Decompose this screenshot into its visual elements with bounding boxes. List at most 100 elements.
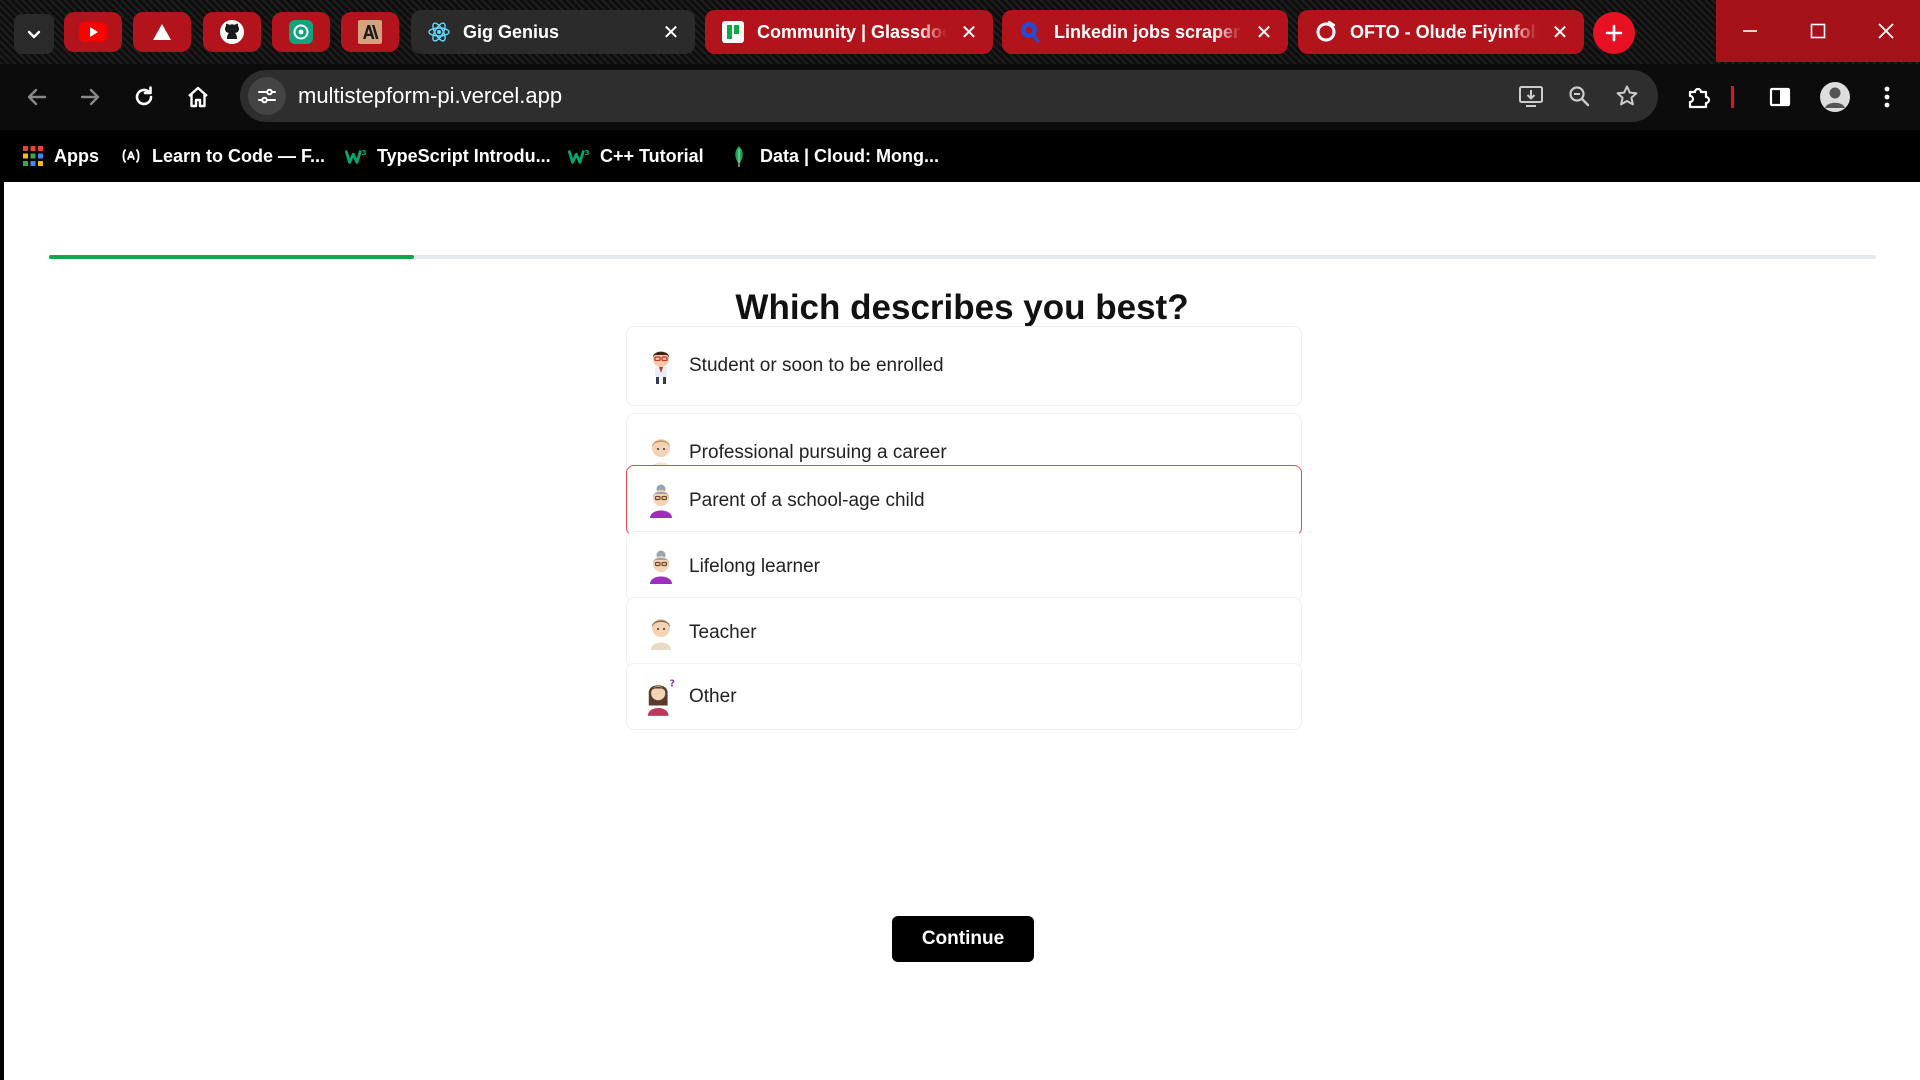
tune-icon: [258, 88, 276, 104]
tab-title: Linkedin jobs scraper A: [1054, 21, 1242, 42]
tab-gig-genius[interactable]: Gig Genius ✕: [411, 10, 695, 54]
pinned-tab-youtube[interactable]: [64, 12, 122, 52]
bookmark-label: Apps: [54, 145, 99, 166]
bookmark-freecodecamp[interactable]: Learn to Code — F...: [120, 142, 325, 170]
pinned-tab-github[interactable]: [203, 12, 261, 52]
ofto-icon: [1314, 20, 1338, 44]
star-icon: [1616, 85, 1638, 106]
pinned-tab-anthropic[interactable]: [341, 12, 399, 52]
progress-bar: [49, 255, 1876, 259]
chevron-down-icon: [27, 30, 41, 39]
arrow-left-icon: [27, 88, 47, 106]
side-panel-button[interactable]: [1763, 80, 1797, 114]
install-icon: [1519, 86, 1543, 107]
option-other[interactable]: ? Other: [626, 663, 1302, 730]
window-close-button[interactable]: [1852, 0, 1920, 62]
option-teacher[interactable]: Teacher: [626, 597, 1302, 668]
react-icon: [427, 20, 451, 44]
option-label: Teacher: [689, 621, 757, 643]
back-button[interactable]: [20, 80, 54, 114]
parent-avatar-icon: [645, 481, 677, 521]
close-icon[interactable]: ✕: [661, 20, 681, 45]
option-label: Parent of a school-age child: [689, 489, 925, 511]
browser-toolbar: multistepform-pi.vercel.app: [0, 64, 1920, 130]
freecodecamp-icon: [120, 145, 142, 167]
bookmarks-bar: Apps Learn to Code — F... 3 TypeScript I…: [0, 130, 1920, 182]
github-icon: [220, 20, 244, 44]
extensions-button[interactable]: [1682, 80, 1716, 114]
pinned-tab-drive[interactable]: [133, 12, 191, 52]
w3schools-icon: 3: [568, 145, 590, 167]
bookmark-apps[interactable]: Apps: [22, 142, 99, 170]
site-info-button[interactable]: [248, 77, 286, 115]
youtube-icon: [79, 22, 107, 42]
pinned-tab-chatgpt[interactable]: [272, 12, 330, 52]
continue-button[interactable]: Continue: [892, 916, 1034, 962]
side-panel-icon: [1769, 87, 1791, 107]
bookmark-label: C++ Tutorial: [600, 145, 704, 166]
tab-strip: Gig Genius ✕ Community | Glassdoor ✕ Lin…: [0, 0, 1920, 64]
progress-fill: [49, 255, 415, 259]
bookmark-mongodb[interactable]: Data | Cloud: Mong...: [728, 142, 939, 170]
maximize-icon: [1810, 23, 1826, 39]
reload-button[interactable]: [127, 80, 161, 114]
zoom-out-icon: [1569, 86, 1590, 107]
option-label: Other: [689, 685, 737, 707]
url-text[interactable]: multistepform-pi.vercel.app: [298, 83, 1514, 109]
tab-title: Community | Glassdoor: [757, 21, 947, 42]
forward-button[interactable]: [73, 80, 107, 114]
chatgpt-icon: [289, 20, 313, 44]
profile-button[interactable]: [1818, 80, 1852, 114]
address-bar[interactable]: multistepform-pi.vercel.app: [240, 70, 1658, 122]
more-vertical-icon: [1884, 86, 1890, 108]
bookmark-label: Learn to Code — F...: [152, 145, 326, 166]
install-app-button[interactable]: [1514, 79, 1548, 113]
w3schools-icon: 3: [345, 145, 367, 167]
teacher-avatar-icon: [645, 613, 677, 653]
close-icon[interactable]: ✕: [1550, 20, 1570, 45]
reload-icon: [135, 86, 153, 106]
close-icon: [1878, 23, 1894, 39]
bookmark-label: Data | Cloud: Mong...: [760, 145, 940, 166]
apps-grid-icon: [22, 145, 44, 167]
minimize-button[interactable]: [1716, 0, 1784, 62]
option-lifelong-learner[interactable]: Lifelong learner: [626, 531, 1302, 602]
tab-title: Gig Genius: [463, 21, 560, 42]
option-label: Student or soon to be enrolled: [689, 355, 944, 376]
learner-avatar-icon: [645, 547, 677, 587]
svg-text:3: 3: [585, 148, 590, 157]
other-avatar-icon: ?: [645, 677, 677, 717]
bookmark-typescript[interactable]: 3 TypeScript Introdu...: [345, 142, 551, 170]
bookmark-cpp[interactable]: 3 C++ Tutorial: [568, 142, 704, 170]
option-student[interactable]: Student or soon to be enrolled: [626, 326, 1302, 406]
home-icon: [188, 86, 208, 108]
tab-search-button[interactable]: [14, 14, 54, 54]
extension-pin-marker: [1724, 80, 1740, 114]
minimize-icon: [1743, 30, 1757, 32]
tab-title: OFTO - Olude Fiyinfolu: [1350, 21, 1538, 42]
close-icon[interactable]: ✕: [1254, 20, 1274, 45]
arrow-right-icon: [80, 88, 100, 106]
close-icon[interactable]: ✕: [959, 20, 979, 45]
page-title: Which describes you best?: [735, 288, 1189, 327]
home-button[interactable]: [181, 80, 215, 114]
svg-text:?: ?: [669, 678, 674, 689]
zoom-button[interactable]: [1562, 79, 1596, 113]
tab-ofto[interactable]: OFTO - Olude Fiyinfolu ✕: [1298, 10, 1584, 54]
student-avatar-icon: [645, 346, 677, 386]
drive-triangle-icon: [153, 24, 171, 40]
anthropic-icon: [358, 20, 382, 44]
linkedin-scraper-icon: [1018, 20, 1042, 44]
avatar-icon: [1820, 82, 1850, 112]
bookmark-label: TypeScript Introdu...: [377, 145, 551, 166]
maximize-button[interactable]: [1784, 0, 1852, 62]
new-tab-button[interactable]: [1593, 12, 1635, 54]
browser-menu-button[interactable]: [1870, 80, 1904, 114]
puzzle-icon: [1688, 87, 1711, 109]
glassdoor-icon: [721, 20, 745, 44]
tab-linkedin-scraper[interactable]: Linkedin jobs scraper A ✕: [1002, 10, 1288, 54]
option-label: Lifelong learner: [689, 555, 820, 577]
bookmark-star-button[interactable]: [1610, 79, 1644, 113]
tab-glassdoor[interactable]: Community | Glassdoor ✕: [705, 10, 993, 54]
option-parent[interactable]: Parent of a school-age child: [626, 465, 1302, 536]
